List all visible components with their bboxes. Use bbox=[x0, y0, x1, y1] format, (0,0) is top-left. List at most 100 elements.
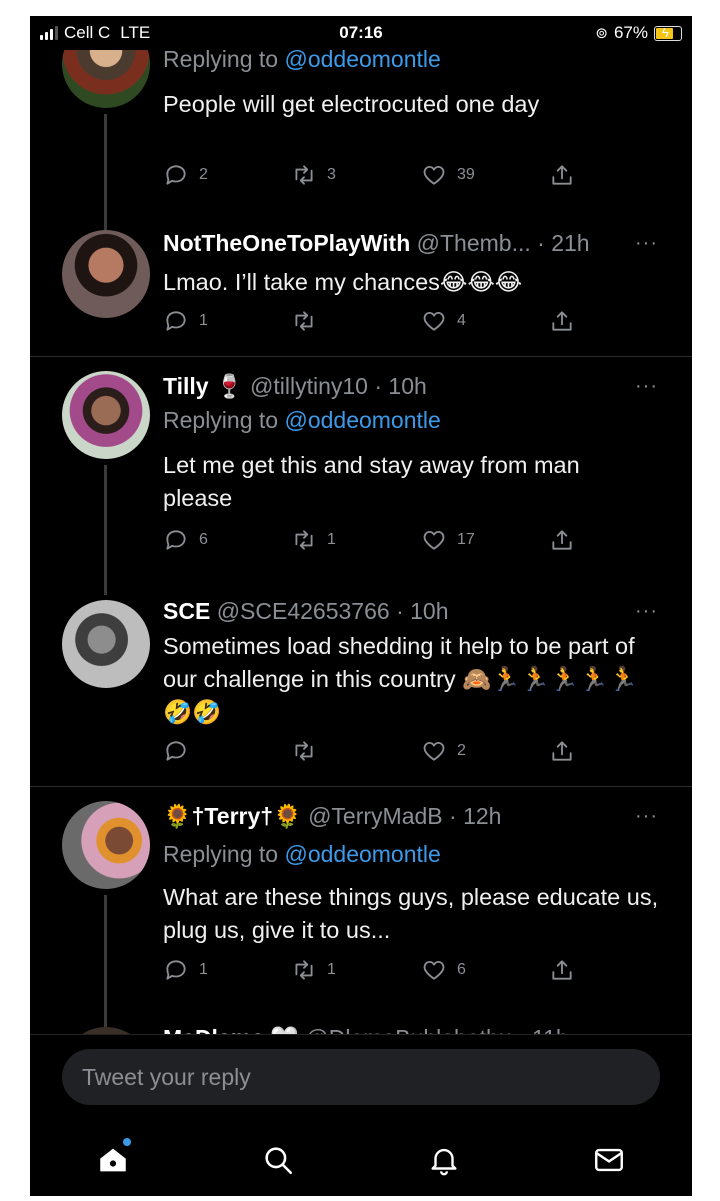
reply-input[interactable]: Tweet your reply bbox=[62, 1049, 660, 1105]
reply-icon bbox=[166, 960, 186, 980]
like-button[interactable]: 17 bbox=[421, 527, 475, 553]
reply-icon bbox=[166, 530, 186, 550]
display-name[interactable]: 🌻†Terry†🌻 bbox=[163, 803, 302, 829]
handle[interactable]: @TerryMadB bbox=[308, 803, 443, 829]
mention-link[interactable]: @oddeomontle bbox=[284, 50, 440, 72]
share-icon bbox=[552, 165, 572, 185]
mention-link[interactable]: @oddeomontle bbox=[284, 841, 440, 867]
tweet[interactable]: Replying to @oddeomontle People will get… bbox=[30, 50, 692, 244]
like-count: 39 bbox=[457, 166, 475, 183]
retweet-button[interactable] bbox=[291, 738, 327, 764]
tweet-header: 🌻†Terry†🌻 @TerryMadB · 12h bbox=[163, 803, 501, 830]
handle[interactable]: @Themb... bbox=[417, 230, 531, 256]
heart-icon bbox=[423, 165, 445, 185]
display-name[interactable]: NotTheOneToPlayWith bbox=[163, 230, 410, 256]
display-name[interactable]: MaDlame 🤍 bbox=[163, 1025, 299, 1034]
like-count: 6 bbox=[457, 961, 466, 978]
share-button[interactable] bbox=[549, 738, 575, 764]
thread-line bbox=[104, 465, 107, 595]
retweet-button[interactable]: 1 bbox=[291, 957, 336, 983]
replying-to: Replying to @oddeomontle bbox=[163, 841, 441, 868]
timestamp: · 21h bbox=[537, 230, 590, 256]
like-button[interactable]: 2 bbox=[421, 738, 466, 764]
reply-button[interactable]: 6 bbox=[163, 527, 208, 553]
tweet[interactable]: MaDlame 🤍 @DlameBuhlebethu · 11h ··· bbox=[30, 1007, 692, 1034]
retweet-icon bbox=[295, 960, 313, 980]
reply-count: 2 bbox=[199, 166, 208, 183]
orientation-lock-icon: ⊚ bbox=[595, 25, 608, 42]
more-options-icon[interactable]: ··· bbox=[635, 805, 658, 828]
mention-link[interactable]: @oddeomontle bbox=[284, 407, 440, 433]
avatar[interactable] bbox=[62, 230, 150, 318]
retweet-button[interactable]: 3 bbox=[291, 162, 336, 188]
share-icon bbox=[552, 530, 572, 550]
handle[interactable]: @SCE42653766 bbox=[217, 598, 390, 624]
tweet-header: Tilly 🍷 @tillytiny10 · 10h bbox=[163, 373, 427, 400]
tweet-header: SCE @SCE42653766 · 10h bbox=[163, 598, 449, 625]
more-options-icon[interactable]: ··· bbox=[635, 600, 658, 623]
tweet[interactable]: SCE @SCE42653766 · 10h ··· Sometimes loa… bbox=[30, 588, 692, 786]
like-count: 2 bbox=[457, 742, 466, 759]
retweet-count: 1 bbox=[327, 531, 336, 548]
reply-button[interactable]: 1 bbox=[163, 308, 208, 334]
reply-count: 6 bbox=[199, 531, 208, 548]
tweet-header: NotTheOneToPlayWith @Themb... · 21h bbox=[163, 230, 590, 257]
like-count: 4 bbox=[457, 312, 466, 329]
heart-icon bbox=[423, 311, 445, 331]
share-button[interactable] bbox=[549, 162, 575, 188]
share-button[interactable] bbox=[549, 308, 575, 334]
tweet-text: What are these things guys, please educa… bbox=[163, 884, 659, 943]
like-button[interactable]: 39 bbox=[421, 162, 475, 188]
tweet-actions: 6 1 17 bbox=[163, 527, 583, 557]
phone-screen: Cell C LTE 07:16 ⊚ 67% ϟ Replying to @od… bbox=[30, 16, 692, 1196]
bell-icon bbox=[431, 1148, 457, 1176]
tab-notifications[interactable] bbox=[424, 1140, 464, 1180]
reply-icon bbox=[166, 741, 186, 761]
tweet[interactable]: NotTheOneToPlayWith @Themb... · 21h ··· … bbox=[30, 216, 692, 356]
tweet-text: People will get electrocuted one day bbox=[163, 91, 540, 117]
tab-search[interactable] bbox=[258, 1140, 298, 1180]
retweet-icon bbox=[295, 165, 313, 185]
battery-percent: 67% bbox=[613, 23, 648, 42]
tweet[interactable]: 🌻†Terry†🌻 @TerryMadB · 12h ··· Replying … bbox=[30, 787, 692, 1034]
tab-messages[interactable] bbox=[589, 1140, 629, 1180]
timestamp: · 10h bbox=[396, 598, 449, 624]
search-icon bbox=[265, 1147, 293, 1175]
more-options-icon[interactable]: ··· bbox=[635, 232, 658, 255]
avatar[interactable] bbox=[62, 371, 150, 459]
tweet-actions: 1 4 bbox=[163, 308, 583, 338]
avatar[interactable] bbox=[62, 801, 150, 889]
reply-button[interactable]: 1 bbox=[163, 957, 208, 983]
retweet-button[interactable] bbox=[291, 308, 327, 334]
retweet-icon bbox=[295, 311, 313, 331]
reply-button[interactable] bbox=[163, 738, 199, 764]
share-button[interactable] bbox=[549, 527, 575, 553]
display-name[interactable]: Tilly 🍷 bbox=[163, 373, 244, 399]
display-name[interactable]: SCE bbox=[163, 598, 210, 624]
more-options-icon[interactable]: ··· bbox=[635, 375, 658, 398]
retweet-button[interactable]: 1 bbox=[291, 527, 336, 553]
reply-icon bbox=[166, 311, 186, 331]
retweet-count: 3 bbox=[327, 166, 336, 183]
timestamp: · 11h bbox=[518, 1025, 569, 1034]
share-button[interactable] bbox=[549, 957, 575, 983]
tweet-text: Let me get this and stay away from man p… bbox=[163, 452, 580, 511]
reply-count: 1 bbox=[199, 961, 208, 978]
reply-feed[interactable]: Replying to @oddeomontle People will get… bbox=[30, 50, 692, 1034]
handle[interactable]: @tillytiny10 bbox=[250, 373, 368, 399]
battery-icon: ϟ bbox=[654, 25, 682, 41]
tab-home[interactable] bbox=[93, 1138, 133, 1180]
avatar[interactable] bbox=[62, 50, 150, 108]
handle[interactable]: @DlameBuhlebethu bbox=[305, 1025, 511, 1034]
heart-icon bbox=[423, 960, 445, 980]
reply-icon bbox=[166, 165, 186, 185]
reply-button[interactable]: 2 bbox=[163, 162, 208, 188]
avatar[interactable] bbox=[62, 1027, 150, 1034]
like-button[interactable]: 6 bbox=[421, 957, 466, 983]
tweet[interactable]: Tilly 🍷 @tillytiny10 · 10h ··· Replying … bbox=[30, 357, 692, 595]
like-button[interactable]: 4 bbox=[421, 308, 466, 334]
more-options-icon[interactable]: ··· bbox=[635, 1027, 658, 1034]
replying-prefix: Replying to bbox=[163, 407, 279, 433]
avatar[interactable] bbox=[62, 600, 150, 688]
mail-icon bbox=[595, 1148, 623, 1172]
